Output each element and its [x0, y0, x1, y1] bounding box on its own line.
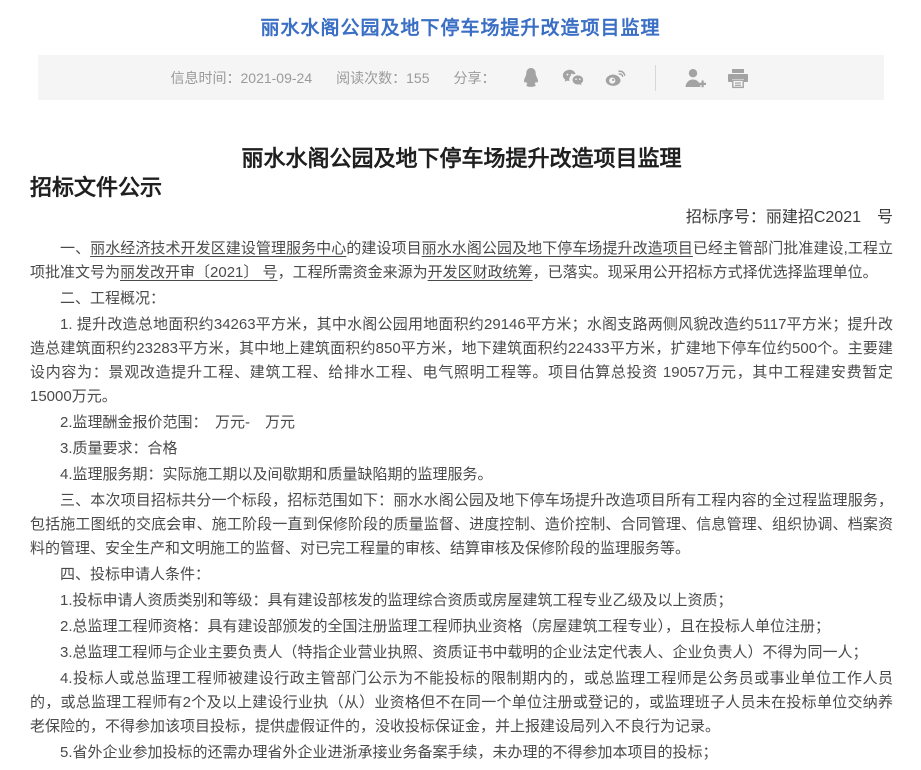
text-segment: 3.总监理工程师与企业主要负责人（特指企业营业执照、资质证书中载明的企业法定代表… — [60, 644, 868, 661]
underlined-text: 丽水经济技术开发区建设管理服务中心 — [90, 240, 347, 257]
paragraph: 3.总监理工程师与企业主要负责人（特指企业营业执照、资质证书中载明的企业法定代表… — [30, 641, 893, 665]
text-segment: 三、本次项目招标共分一个标段，招标范围如下：丽水水阁公园及地下停车场提升改造项目… — [30, 492, 893, 557]
paragraph: 一、丽水经济技术开发区建设管理服务中心的建设项目丽水水阁公园及地下停车场提升改造… — [30, 237, 893, 285]
text-segment: 的建设项目 — [346, 240, 422, 257]
info-bar: 信息时间：2021-09-24 阅读次数：155 分享： — [37, 55, 884, 100]
text-segment: 1. 提升改造总地面积约34263平方米，其中水阁公园用地面积约29146平方米… — [30, 316, 893, 405]
paragraph: 3.质量要求：合格 — [30, 437, 893, 461]
document-heading: 丽水水阁公园及地下停车场提升改造项目监理 招标文件公示 — [30, 144, 893, 202]
qq-icon[interactable] — [519, 66, 543, 90]
tender-serial-number: 招标序号：丽建招C2021 号 — [685, 209, 893, 226]
print-icon[interactable] — [726, 66, 750, 90]
paragraph: 四、投标申请人条件： — [30, 563, 893, 587]
document-paragraphs: 一、丽水经济技术开发区建设管理服务中心的建设项目丽水水阁公园及地下停车场提升改造… — [30, 237, 893, 770]
add-contact-icon[interactable] — [684, 66, 708, 90]
text-segment: 一、 — [60, 240, 91, 257]
underlined-text: 开发区财政统筹 — [427, 264, 533, 281]
paragraph: 二、工程概况： — [30, 287, 893, 311]
underlined-text: 丽水水阁公园及地下停车场提升改造项目 — [421, 240, 693, 257]
action-icons — [684, 66, 750, 90]
paragraph: 4.监理服务期：实际施工期以及间歇期和质量缺陷期的监理服务。 — [30, 463, 893, 487]
paragraph: 2.总监理工程师资格：具有建设部颁发的全国注册监理工程师执业资格（房屋建筑工程专… — [30, 615, 893, 639]
share-icons — [519, 66, 627, 90]
text-segment: 四、投标申请人条件： — [60, 566, 211, 583]
paragraph: 5.省外企业参加投标的还需办理省外企业进浙承接业务备案手续，未办理的不得参加本项… — [30, 741, 893, 765]
share-divider — [655, 64, 657, 91]
text-segment: ，已落实。现采用公开招标方式择优选择监理单位。 — [532, 264, 878, 281]
document-heading-line1: 丽水水阁公园及地下停车场提升改造项目监理 — [241, 146, 682, 171]
share-label: 分享： — [453, 69, 496, 86]
text-segment: 2.总监理工程师资格：具有建设部颁发的全国注册监理工程师执业资格（房屋建筑工程专… — [60, 618, 831, 635]
underlined-text: 丽发改开审〔2021〕 号 — [120, 264, 278, 281]
paragraph: 1.投标申请人资质类别和等级：具有建设部核发的监理综合资质或房屋建筑工程专业乙级… — [30, 589, 893, 613]
text-segment: 1.投标申请人资质类别和等级：具有建设部核发的监理综合资质或房屋建筑工程专业乙级… — [60, 592, 733, 609]
info-time: 信息时间：2021-09-24 — [170, 69, 313, 86]
document-content: 丽水水阁公园及地下停车场提升改造项目监理 招标文件公示 招标序号：丽建招C202… — [0, 144, 921, 770]
wechat-icon[interactable] — [561, 66, 585, 90]
text-segment: 4.监理服务期：实际施工期以及间歇期和质量缺陷期的监理服务。 — [60, 466, 493, 483]
read-count: 阅读次数：155 — [336, 69, 430, 86]
paragraph: 4.投标人或总监理工程师被建设行政主管部门公示为不能投标的限制期内的，或总监理工… — [30, 667, 893, 739]
paragraph: 三、本次项目招标共分一个标段，招标范围如下：丽水水阁公园及地下停车场提升改造项目… — [30, 489, 893, 561]
text-segment: ，工程所需资金来源为 — [277, 264, 428, 281]
tender-notice-page: 丽水水阁公园及地下停车场提升改造项目监理 信息时间：2021-09-24 阅读次… — [0, 0, 921, 770]
text-segment: 5.省外企业参加投标的还需办理省外企业进浙承接业务备案手续，未办理的不得参加本项… — [60, 744, 718, 761]
text-segment: 3.质量要求：合格 — [60, 440, 178, 457]
page-title: 丽水水阁公园及地下停车场提升改造项目监理 — [260, 18, 661, 39]
document-heading-line2: 招标文件公示 — [30, 175, 163, 200]
paragraph: 2.监理酬金报价范围： 万元- 万元 — [30, 411, 893, 435]
text-segment: 4.投标人或总监理工程师被建设行政主管部门公示为不能投标的限制期内的，或总监理工… — [30, 670, 893, 735]
text-segment: 2.监理酬金报价范围： 万元- 万元 — [60, 414, 296, 431]
weibo-icon[interactable] — [603, 66, 627, 90]
paragraph: 1. 提升改造总地面积约34263平方米，其中水阁公园用地面积约29146平方米… — [30, 313, 893, 409]
text-segment: 二、工程概况： — [60, 290, 166, 307]
